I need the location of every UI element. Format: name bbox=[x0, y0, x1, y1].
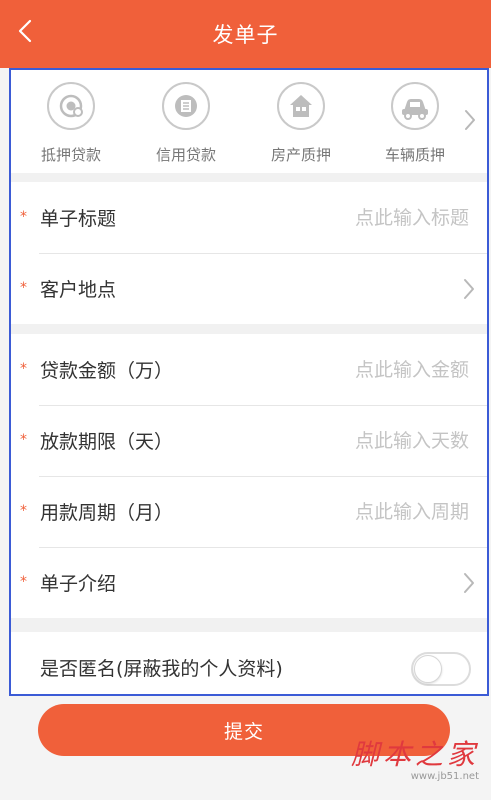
category-label: 车辆质押 bbox=[384, 146, 445, 164]
cycle-label: 用款周期（月） bbox=[40, 502, 174, 524]
intro-label: 单子介绍 bbox=[40, 573, 117, 595]
title-input[interactable] bbox=[299, 202, 469, 233]
chevron-left-icon bbox=[18, 19, 32, 43]
amount-input[interactable] bbox=[299, 354, 469, 385]
category-scroller[interactable]: 抵押贷款 信用贷款 房产质押 车辆质押 bbox=[11, 70, 487, 173]
category-label: 抵押贷款 bbox=[40, 146, 101, 164]
mortgage-icon bbox=[47, 82, 95, 130]
required-mark: * bbox=[20, 361, 27, 377]
anonymous-label: 是否匿名(屏蔽我的个人资料) bbox=[40, 658, 283, 680]
chevron-right-icon bbox=[465, 110, 475, 130]
intro-row[interactable]: * 单子介绍 bbox=[11, 547, 487, 618]
category-car[interactable]: 车辆质押 bbox=[365, 82, 465, 166]
period-input[interactable] bbox=[299, 425, 469, 456]
back-button[interactable] bbox=[10, 14, 40, 48]
title-label: 单子标题 bbox=[40, 208, 117, 230]
anonymous-row: 是否匿名(屏蔽我的个人资料) bbox=[11, 632, 487, 694]
page-title: 发单子 bbox=[212, 23, 279, 47]
chevron-right-icon bbox=[464, 572, 474, 593]
amount-label: 贷款金额（万） bbox=[40, 360, 174, 382]
car-icon bbox=[391, 82, 439, 130]
title-row[interactable]: * 单子标题 bbox=[11, 182, 487, 253]
house-icon bbox=[277, 82, 325, 130]
location-label: 客户地点 bbox=[40, 279, 117, 301]
category-label: 信用贷款 bbox=[155, 146, 216, 164]
required-mark: * bbox=[20, 432, 27, 448]
loan-details-section: * 贷款金额（万） * 放款期限（天） * 用款周期（月） * 单子介绍 bbox=[11, 334, 487, 618]
required-mark: * bbox=[20, 574, 27, 590]
category-label: 房产质押 bbox=[270, 146, 331, 164]
chevron-right-icon bbox=[464, 278, 474, 299]
toggle-knob bbox=[414, 655, 442, 683]
amount-row[interactable]: * 贷款金额（万） bbox=[11, 334, 487, 405]
app-header: 发单子 bbox=[0, 0, 491, 68]
watermark: 脚本之家 www.jb51.net bbox=[351, 733, 479, 782]
period-label: 放款期限（天） bbox=[40, 431, 174, 453]
form-container: 抵押贷款 信用贷款 房产质押 车辆质押 * 单子标题 点此输入标题 * 客户地点… bbox=[9, 68, 489, 696]
anonymous-section: 是否匿名(屏蔽我的个人资料) bbox=[11, 632, 487, 694]
required-mark: * bbox=[20, 209, 27, 225]
credit-icon bbox=[162, 82, 210, 130]
required-mark: * bbox=[20, 503, 27, 519]
category-mortgage[interactable]: 抵押贷款 bbox=[21, 82, 121, 166]
cycle-input[interactable] bbox=[299, 496, 469, 527]
watermark-text: 脚本之家 bbox=[350, 738, 479, 771]
watermark-url: www.jb51.net bbox=[410, 771, 479, 782]
category-house[interactable]: 房产质押 bbox=[251, 82, 351, 166]
scroll-right-button[interactable] bbox=[463, 108, 483, 134]
location-row[interactable]: * 客户地点 bbox=[11, 253, 487, 324]
basic-info-section: * 单子标题 * 客户地点 bbox=[11, 182, 487, 324]
cycle-row[interactable]: * 用款周期（月） bbox=[11, 476, 487, 547]
category-credit[interactable]: 信用贷款 bbox=[136, 82, 236, 166]
anonymous-toggle[interactable] bbox=[411, 652, 471, 686]
period-row[interactable]: * 放款期限（天） bbox=[11, 405, 487, 476]
required-mark: * bbox=[20, 280, 27, 296]
